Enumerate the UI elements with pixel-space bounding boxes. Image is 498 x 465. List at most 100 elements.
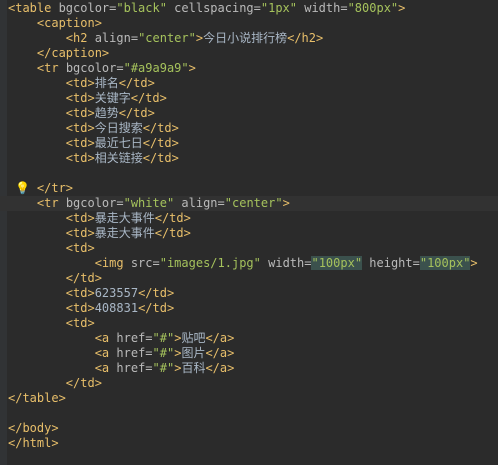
code-line[interactable]: <h2 align="center">今日小说排行榜</h2> (0, 31, 498, 46)
code-line[interactable]: </td> (0, 376, 498, 391)
code-token: <tr (36, 60, 66, 75)
code-line[interactable]: <td>暴走大事件</td> (0, 211, 498, 226)
code-text: <td>暴走大事件</td> (8, 226, 191, 241)
code-line[interactable]: <td>排名</td> (0, 76, 498, 91)
code-token: 贴吧 (181, 330, 206, 345)
code-token: "center" (138, 30, 196, 45)
code-token: "images/1.jpg" (159, 255, 261, 270)
code-token: "black" (116, 0, 167, 15)
code-line[interactable] (0, 406, 498, 421)
code-token: bgcolor= (58, 0, 117, 15)
code-token: <td> (65, 285, 95, 300)
code-token: <td> (65, 315, 95, 330)
code-line[interactable]: <td>关键字</td> (0, 91, 498, 106)
code-token: "1px" (260, 0, 297, 15)
code-token: > (195, 30, 204, 45)
code-line[interactable]: <tr bgcolor="white" align="center"> (0, 195, 498, 211)
code-token: </td> (118, 105, 155, 120)
code-token: </td> (154, 210, 191, 225)
code-token: "100px" (311, 255, 363, 270)
code-text: </table> (8, 391, 66, 406)
code-line[interactable]: <a href="#">图片</a> (0, 346, 498, 361)
code-line[interactable]: <caption> (0, 16, 498, 31)
code-text: <caption> (8, 16, 102, 31)
code-token: 暴走大事件 (94, 210, 155, 225)
code-line[interactable]: <td> (0, 241, 498, 256)
code-token: 排名 (94, 75, 119, 90)
code-token: </body> (8, 420, 59, 435)
code-line[interactable]: <td>今日搜索</td> (0, 121, 498, 136)
code-token: </a> (205, 345, 235, 360)
code-token: </tr> (36, 180, 74, 195)
code-line[interactable]: <td> (0, 316, 498, 331)
code-token: "#" (152, 330, 175, 345)
code-token: 今日小说排行榜 (203, 30, 288, 45)
code-token: </td> (142, 120, 179, 135)
code-token: </td> (138, 285, 175, 300)
code-token: <td> (65, 90, 95, 105)
code-token: align= (94, 30, 139, 45)
code-line[interactable]: </caption> (0, 46, 498, 61)
code-text: <td>今日搜索</td> (8, 121, 179, 136)
code-token: <td> (65, 75, 95, 90)
code-text: <a href="#">图片</a> (8, 345, 235, 361)
code-token: 图片 (181, 345, 206, 360)
code-token: width= (297, 0, 348, 15)
code-line[interactable]: </body> (0, 421, 498, 436)
code-line[interactable]: 💡 </tr> (0, 181, 498, 196)
code-line[interactable]: </table> (0, 391, 498, 406)
code-token: height= (362, 255, 420, 270)
code-token: "800px" (347, 0, 399, 15)
code-token: </caption> (36, 45, 110, 60)
code-line[interactable]: <tr bgcolor="#a9a9a9"> (0, 61, 498, 76)
code-text: </td> (8, 376, 102, 391)
code-token: <td> (65, 225, 95, 240)
code-line[interactable]: </td> (0, 271, 498, 286)
code-line[interactable]: <td>暴走大事件</td> (0, 226, 498, 241)
code-token: </td> (118, 75, 155, 90)
code-token: bgcolor= (65, 195, 124, 210)
code-token: <td> (65, 120, 95, 135)
code-line[interactable]: <td>最近七日</td> (0, 136, 498, 151)
code-line[interactable]: <td>408831</td> (0, 301, 498, 316)
code-token: 今日搜索 (94, 120, 143, 135)
code-line[interactable]: <img src="images/1.jpg" width="100px" he… (0, 255, 498, 271)
code-token: </html> (8, 435, 59, 450)
code-token: align= (174, 195, 225, 210)
code-line[interactable]: <td>相关链接</td> (0, 151, 498, 166)
code-token: <td> (65, 105, 95, 120)
code-token: </td> (130, 90, 167, 105)
code-token: "#a9a9a9" (123, 60, 189, 75)
code-token: > (282, 195, 290, 210)
code-token: <img (94, 255, 131, 270)
code-line[interactable] (0, 166, 498, 181)
code-line[interactable]: <td>趋势</td> (0, 106, 498, 121)
code-line[interactable]: <a href="#">贴吧</a> (0, 331, 498, 346)
code-token: </a> (205, 360, 235, 375)
code-token: width= (260, 255, 312, 270)
code-line[interactable]: <table bgcolor="black" cellspacing="1px"… (0, 1, 498, 16)
code-text: <td>623557</td> (8, 286, 174, 301)
code-token: "#" (152, 345, 175, 360)
code-token: <a (94, 330, 117, 345)
code-line[interactable]: <td>623557</td> (0, 286, 498, 301)
code-token: bgcolor= (65, 60, 124, 75)
code-token: src= (130, 255, 160, 270)
code-editor[interactable]: <table bgcolor="black" cellspacing="1px"… (0, 0, 498, 465)
code-line[interactable]: <a href="#">百科</a> (0, 361, 498, 376)
code-token: 百科 (181, 360, 206, 375)
code-line[interactable]: </html> (0, 436, 498, 451)
